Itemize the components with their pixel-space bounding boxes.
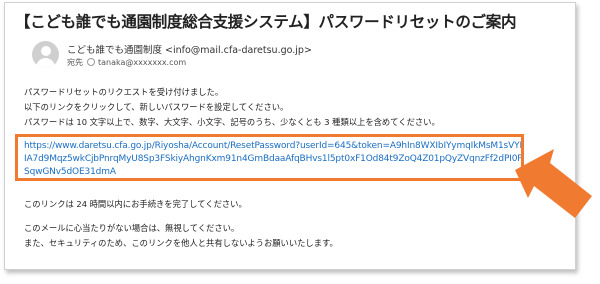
pointer-arrow-icon: [515, 149, 592, 218]
recipient-circle-icon: [87, 58, 95, 66]
recipient-address[interactable]: tanaka@xxxxxxx.com: [98, 58, 186, 67]
avatar-head: [41, 46, 51, 56]
body-line-3: パスワードは 10 文字以上で、数字、大文字、小文字、記号のうち、少なくとも 3…: [24, 117, 440, 127]
sender-avatar-icon: [32, 41, 59, 68]
body-line-2: 以下のリンクをクリックして、新しいパスワードを設定してください。: [24, 102, 289, 112]
avatar-body: [36, 58, 55, 68]
recipient-row: 宛先 tanaka@xxxxxxx.com: [67, 57, 186, 68]
reset-link-highlight: https://www.daretsu.cfa.go.jp/Riyosha/Ac…: [15, 134, 524, 181]
recipient-label: 宛先: [67, 58, 83, 67]
arrow-shape: [515, 149, 592, 218]
reset-password-link[interactable]: https://www.daretsu.cfa.go.jp/Riyosha/Ac…: [24, 140, 521, 178]
email-subject: 【こども誰でも通園制度総合支援システム】パスワードリセットのご案内: [15, 13, 517, 31]
body-line-5: このメールに心当たりがない場合は、無視してください。: [24, 223, 240, 233]
sender[interactable]: こども誰でも通園制度 <info@mail.cfa-daretsu.go.jp>: [67, 42, 312, 56]
body-line-6: また、セキュリティのため、このリンクを他人と共有しないようお願いいたします。: [24, 238, 338, 248]
body-line-4: このリンクは 24 時間以内にお手続きを完了してください。: [24, 199, 247, 209]
body-line-1: パスワードリセットのリクエストを受け付けました。: [24, 87, 224, 97]
email-view: 【こども誰でも通園制度総合支援システム】パスワードリセットのご案内 こども誰でも…: [4, 2, 576, 270]
